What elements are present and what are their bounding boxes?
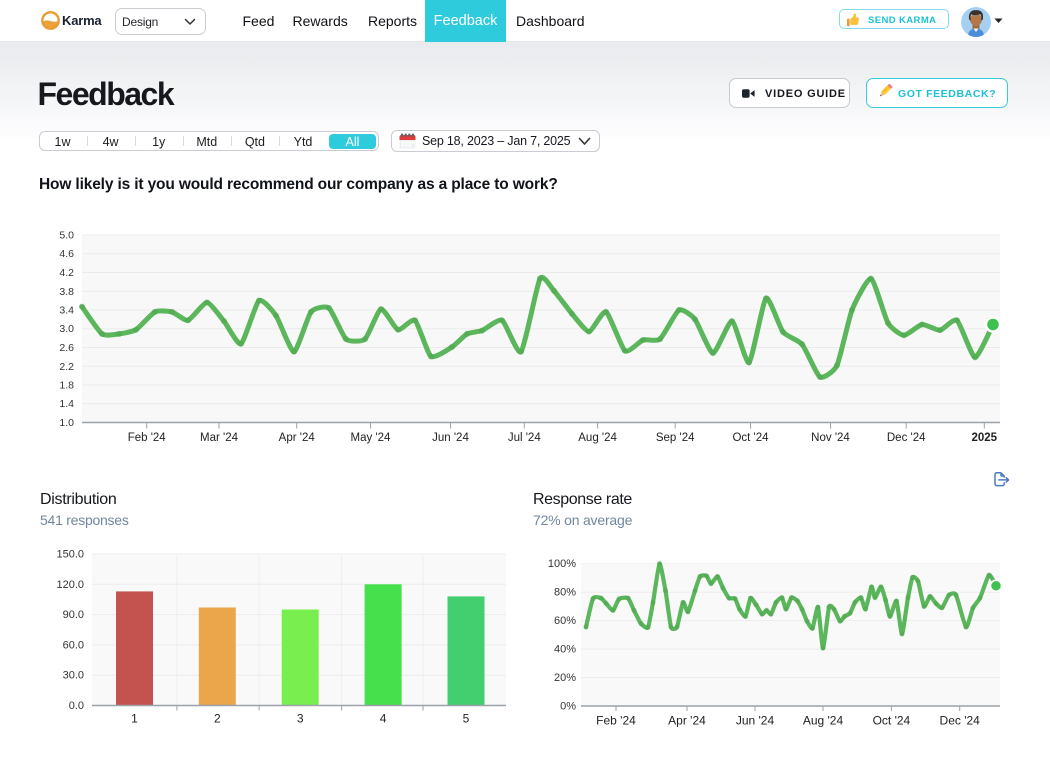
svg-text:0%: 0% bbox=[560, 701, 576, 713]
svg-text:2.2: 2.2 bbox=[59, 361, 74, 373]
svg-text:Nov '24: Nov '24 bbox=[811, 432, 850, 444]
svg-text:Dec '24: Dec '24 bbox=[887, 432, 926, 444]
svg-text:20%: 20% bbox=[554, 672, 576, 684]
svg-text:5.0: 5.0 bbox=[59, 230, 74, 242]
svg-text:2.6: 2.6 bbox=[59, 342, 74, 354]
svg-text:3.8: 3.8 bbox=[59, 286, 74, 298]
svg-text:80%: 80% bbox=[554, 587, 576, 599]
svg-text:2025: 2025 bbox=[972, 432, 998, 444]
svg-text:4.2: 4.2 bbox=[59, 267, 74, 279]
svg-text:Feb '24: Feb '24 bbox=[596, 714, 636, 728]
svg-text:Aug '24: Aug '24 bbox=[578, 432, 617, 444]
svg-text:1.0: 1.0 bbox=[59, 417, 74, 429]
svg-text:Aug '24: Aug '24 bbox=[803, 714, 844, 728]
svg-text:Jun '24: Jun '24 bbox=[432, 432, 469, 444]
svg-text:Jun '24: Jun '24 bbox=[736, 714, 775, 728]
svg-text:4.6: 4.6 bbox=[59, 248, 74, 260]
svg-text:Sep '24: Sep '24 bbox=[656, 432, 695, 444]
svg-text:40%: 40% bbox=[554, 644, 576, 656]
svg-text:3.0: 3.0 bbox=[59, 323, 74, 335]
svg-text:Feb '24: Feb '24 bbox=[128, 432, 167, 444]
svg-text:Mar '24: Mar '24 bbox=[200, 432, 239, 444]
svg-text:Oct '24: Oct '24 bbox=[732, 432, 769, 444]
svg-text:Dec '24: Dec '24 bbox=[940, 714, 981, 728]
svg-text:3.4: 3.4 bbox=[59, 305, 74, 317]
svg-text:60%: 60% bbox=[554, 615, 576, 627]
svg-text:Apr '24: Apr '24 bbox=[279, 432, 316, 444]
svg-text:100%: 100% bbox=[548, 558, 576, 570]
svg-text:Jul '24: Jul '24 bbox=[508, 432, 541, 444]
svg-text:May '24: May '24 bbox=[351, 432, 392, 444]
svg-text:1.4: 1.4 bbox=[59, 398, 74, 410]
svg-text:1.8: 1.8 bbox=[59, 380, 74, 392]
svg-text:Apr '24: Apr '24 bbox=[668, 714, 706, 728]
svg-text:Oct '24: Oct '24 bbox=[873, 714, 911, 728]
